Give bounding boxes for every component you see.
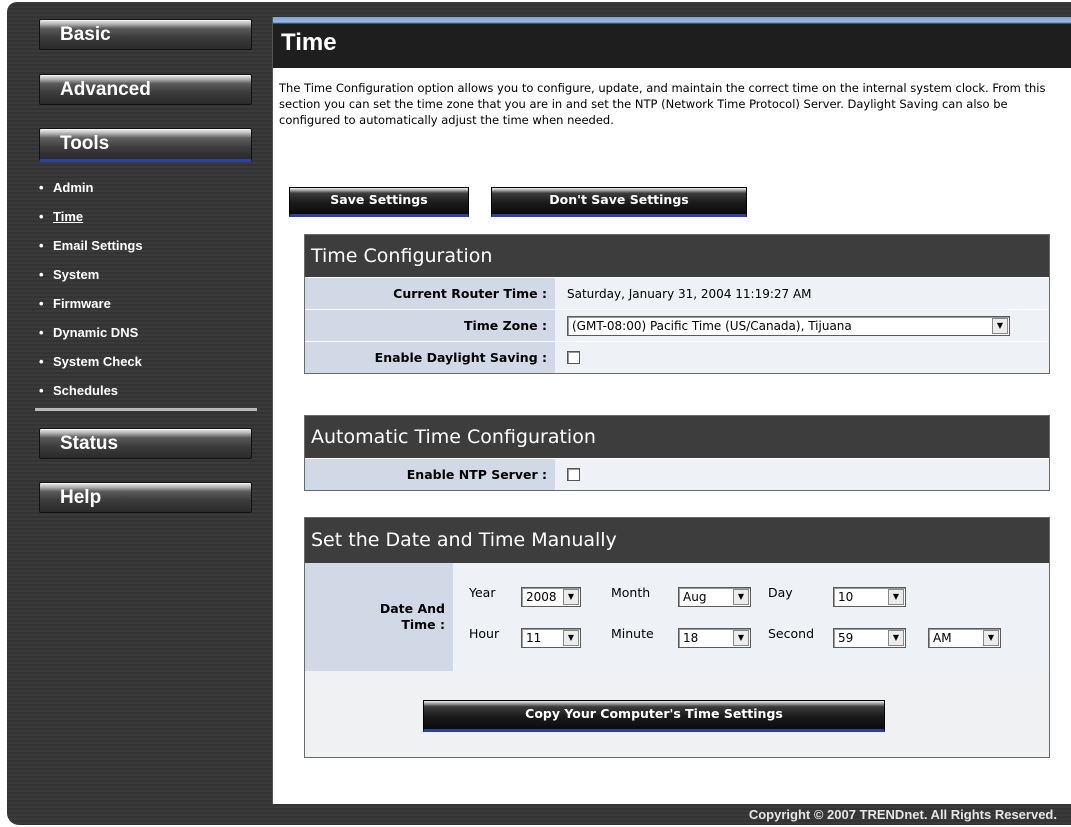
minute-select[interactable]: 18 ▼ <box>678 628 751 648</box>
main-panel: Time The Time Configuration option allow… <box>272 17 1071 804</box>
copy-time-area: Copy Your Computer's Time Settings <box>305 671 1049 757</box>
sidebar-item-firmware[interactable]: • Firmware <box>39 294 259 323</box>
chevron-down-icon[interactable]: ▼ <box>983 630 999 646</box>
ntp-server-label: Enable NTP Server : <box>305 459 555 490</box>
nav-tools-button[interactable]: Tools <box>39 128 252 162</box>
chevron-down-icon[interactable]: ▼ <box>563 589 579 605</box>
year-select[interactable]: 2008 ▼ <box>521 587 581 607</box>
title-bar: Time <box>273 17 1071 68</box>
nav-status-button[interactable]: Status <box>39 428 252 459</box>
second-label: Second <box>768 626 815 641</box>
date-time-block: Date And Time : Year 2008 ▼ Month Aug ▼ … <box>305 563 1049 671</box>
day-label: Day <box>768 585 793 600</box>
year-label: Year <box>469 585 496 600</box>
current-router-time-value: Saturday, January 31, 2004 11:19:27 AM <box>567 286 812 301</box>
day-select[interactable]: 10 ▼ <box>833 587 906 607</box>
chevron-down-icon[interactable]: ▼ <box>733 630 749 646</box>
manual-date-time-section: Set the Date and Time Manually Date And … <box>304 517 1050 758</box>
section-heading: Time Configuration <box>305 235 1049 277</box>
time-zone-select[interactable]: (GMT-08:00) Pacific Time (US/Canada), Ti… <box>567 315 1010 336</box>
copy-computer-time-button[interactable]: Copy Your Computer's Time Settings <box>423 700 885 732</box>
automatic-time-configuration-section: Automatic Time Configuration Enable NTP … <box>304 415 1050 491</box>
nav-advanced-button[interactable]: Advanced <box>39 74 252 105</box>
chevron-down-icon[interactable]: ▼ <box>733 589 749 605</box>
minute-label: Minute <box>611 626 654 641</box>
current-router-time-label: Current Router Time : <box>305 278 555 309</box>
nav-basic-button[interactable]: Basic <box>39 19 252 50</box>
am-pm-select[interactable]: AM ▼ <box>928 628 1001 648</box>
sidebar-item-dynamic-dns[interactable]: • Dynamic DNS <box>39 323 259 352</box>
time-zone-row: Time Zone : (GMT-08:00) Pacific Time (US… <box>305 309 1049 341</box>
sidebar-item-email-settings[interactable]: • Email Settings <box>39 236 259 265</box>
save-settings-button[interactable]: Save Settings <box>289 187 469 217</box>
hour-select[interactable]: 11 ▼ <box>521 628 581 648</box>
ntp-server-row: Enable NTP Server : <box>305 458 1049 490</box>
page-title: Time <box>281 29 337 56</box>
chevron-down-icon[interactable]: ▼ <box>888 589 904 605</box>
time-configuration-section: Time Configuration Current Router Time :… <box>304 234 1050 374</box>
current-router-time-row: Current Router Time : Saturday, January … <box>305 277 1049 309</box>
sidebar: Basic Advanced Tools • Admin • Time • Email… <box>7 2 267 825</box>
month-select[interactable]: Aug ▼ <box>678 587 751 607</box>
copyright-footer: Copyright © 2007 TRENDnet. All Rights Re… <box>748 807 1057 822</box>
section-heading: Set the Date and Time Manually <box>305 518 1049 563</box>
time-zone-label: Time Zone : <box>305 310 555 341</box>
ntp-server-checkbox[interactable] <box>567 468 580 481</box>
hour-label: Hour <box>469 626 500 641</box>
daylight-saving-checkbox[interactable] <box>567 351 580 364</box>
daylight-saving-label: Enable Daylight Saving : <box>305 342 555 373</box>
date-time-grid: Year 2008 ▼ Month Aug ▼ Day 10 ▼ Hour 11 <box>453 563 1049 671</box>
chevron-down-icon[interactable]: ▼ <box>992 317 1008 334</box>
month-label: Month <box>611 585 651 600</box>
date-time-label: Date And Time : <box>305 563 453 671</box>
sidebar-item-time[interactable]: • Time <box>39 207 259 236</box>
nav-help-button[interactable]: Help <box>39 482 252 513</box>
sidebar-item-admin[interactable]: • Admin <box>39 178 259 207</box>
section-heading: Automatic Time Configuration <box>305 416 1049 458</box>
dont-save-settings-button[interactable]: Don't Save Settings <box>491 187 747 217</box>
sidebar-item-system-check[interactable]: • System Check <box>39 352 259 381</box>
daylight-saving-row: Enable Daylight Saving : <box>305 341 1049 373</box>
chevron-down-icon[interactable]: ▼ <box>563 630 579 646</box>
tools-submenu: • Admin • Time • Email Settings • System • Fi… <box>39 178 259 410</box>
second-select[interactable]: 59 ▼ <box>833 628 906 648</box>
intro-text: The Time Configuration option allows you… <box>279 81 1046 127</box>
sidebar-item-system[interactable]: • System <box>39 265 259 294</box>
chevron-down-icon[interactable]: ▼ <box>888 630 904 646</box>
sidebar-item-schedules[interactable]: • Schedules <box>39 381 259 410</box>
time-zone-value: (GMT-08:00) Pacific Time (US/Canada), Ti… <box>572 318 852 333</box>
sidebar-divider <box>35 408 257 411</box>
